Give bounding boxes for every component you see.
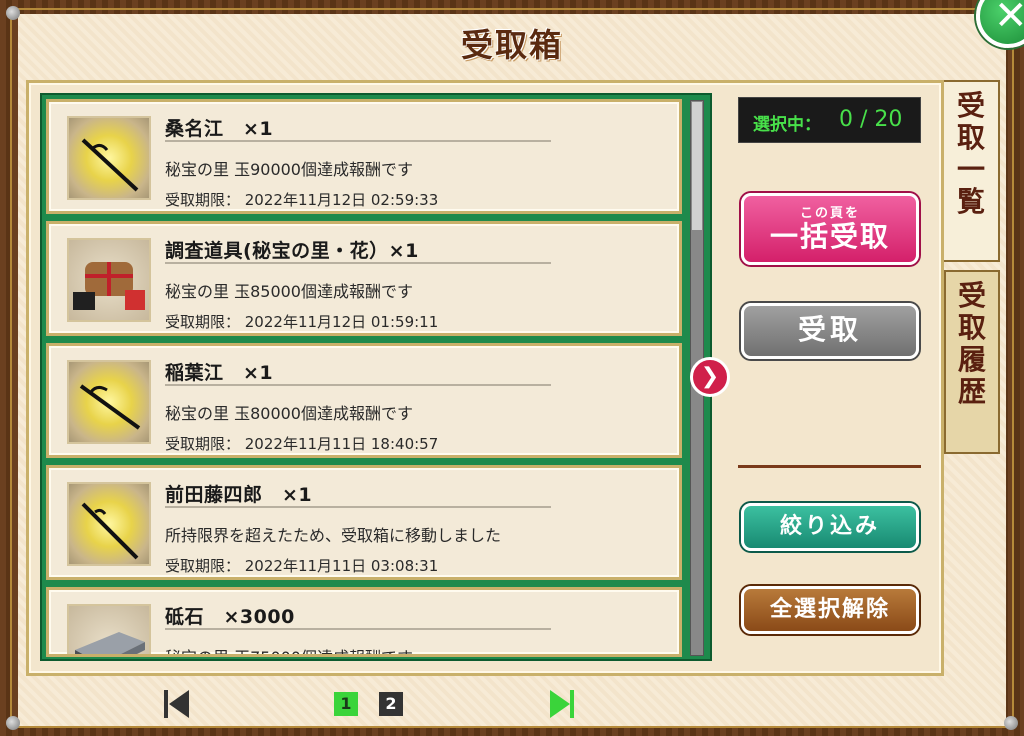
selection-label: 選択中： bbox=[753, 115, 821, 135]
list-item[interactable]: 砥石 ×3000 秘宝の里 玉75000個達成報酬です bbox=[46, 587, 682, 657]
tab-receive-list[interactable]: 受取一覧 bbox=[944, 80, 1000, 262]
item-name: 前田藤四郎 ×1 bbox=[165, 484, 313, 506]
chevron-right-icon[interactable]: ❯ bbox=[690, 357, 730, 397]
bulk-receive-button[interactable]: この頁を 一括受取 bbox=[741, 193, 919, 265]
tab-label: 受取一覧 bbox=[956, 89, 985, 218]
divider bbox=[165, 140, 551, 142]
first-page-button[interactable] bbox=[160, 688, 190, 722]
sword-icon bbox=[67, 360, 151, 444]
whetstone-icon bbox=[67, 604, 151, 654]
list-item[interactable]: 稲葉江 ×1 秘宝の里 玉80000個達成報酬です 受取期限： 2022年11月… bbox=[46, 343, 682, 458]
list-item[interactable]: 桑名江 ×1 秘宝の里 玉90000個達成報酬です 受取期限： 2022年11月… bbox=[46, 99, 682, 214]
receive-button[interactable]: 受取 bbox=[741, 303, 919, 359]
scrollbar-thumb[interactable] bbox=[692, 102, 702, 230]
page-2-button[interactable]: 2 bbox=[379, 692, 403, 716]
item-name: 調査道具(秘宝の里・花）×1 bbox=[165, 240, 419, 262]
filter-button[interactable]: 絞り込み bbox=[741, 503, 919, 551]
skip-forward-icon bbox=[550, 690, 570, 718]
divider bbox=[165, 506, 551, 508]
selection-counter: 選択中： 0 / 20 bbox=[738, 97, 921, 143]
list-item[interactable]: 前田藤四郎 ×1 所持限界を超えたため、受取箱に移動しました 受取期限： 202… bbox=[46, 465, 682, 580]
divider bbox=[165, 262, 551, 264]
item-name: 稲葉江 ×1 bbox=[165, 362, 274, 384]
deselect-all-button[interactable]: 全選択解除 bbox=[741, 586, 919, 634]
close-icon: ✕ bbox=[994, 0, 1024, 39]
list-item[interactable]: 調査道具(秘宝の里・花）×1 秘宝の里 玉85000個達成報酬です 受取期限： … bbox=[46, 221, 682, 336]
window-title: 受取箱 bbox=[460, 26, 563, 64]
item-description: 所持限界を超えたため、受取箱に移動しました bbox=[165, 526, 502, 545]
item-deadline: 受取期限： 2022年11月11日 03:08:31 bbox=[165, 557, 439, 575]
item-deadline: 受取期限： 2022年11月12日 01:59:11 bbox=[165, 313, 439, 331]
item-description: 秘宝の里 玉80000個達成報酬です bbox=[165, 404, 413, 423]
item-deadline: 受取期限： 2022年11月11日 18:40:57 bbox=[165, 435, 439, 453]
tab-receive-history[interactable]: 受取履歴 bbox=[944, 270, 1000, 454]
item-name: 砥石 ×3000 bbox=[165, 606, 295, 628]
bulk-receive-sublabel: この頁を bbox=[799, 206, 860, 221]
divider bbox=[738, 465, 921, 468]
divider bbox=[165, 384, 551, 386]
item-name: 桑名江 ×1 bbox=[165, 118, 274, 140]
bulk-receive-label: 一括受取 bbox=[769, 220, 890, 253]
skip-back-icon bbox=[164, 690, 168, 718]
selection-value: 0 / 20 bbox=[839, 107, 903, 132]
item-deadline: 受取期限： 2022年11月12日 02:59:33 bbox=[165, 191, 439, 209]
page-1-button[interactable]: 1 bbox=[334, 692, 358, 716]
skip-back-icon bbox=[169, 690, 189, 718]
sword-icon bbox=[67, 482, 151, 566]
divider bbox=[165, 628, 551, 630]
skip-forward-icon bbox=[570, 690, 574, 718]
last-page-button[interactable] bbox=[548, 688, 578, 722]
item-description: 秘宝の里 玉75000個達成報酬です bbox=[165, 644, 413, 654]
item-description: 秘宝の里 玉85000個達成報酬です bbox=[165, 282, 413, 301]
tool-bundle-icon bbox=[67, 238, 151, 322]
item-description: 秘宝の里 玉90000個達成報酬です bbox=[165, 160, 413, 179]
sword-icon bbox=[67, 116, 151, 200]
bolt-icon bbox=[1004, 716, 1018, 730]
bolt-icon bbox=[6, 6, 20, 20]
bolt-icon bbox=[6, 716, 20, 730]
tab-label: 受取履歴 bbox=[957, 279, 986, 408]
